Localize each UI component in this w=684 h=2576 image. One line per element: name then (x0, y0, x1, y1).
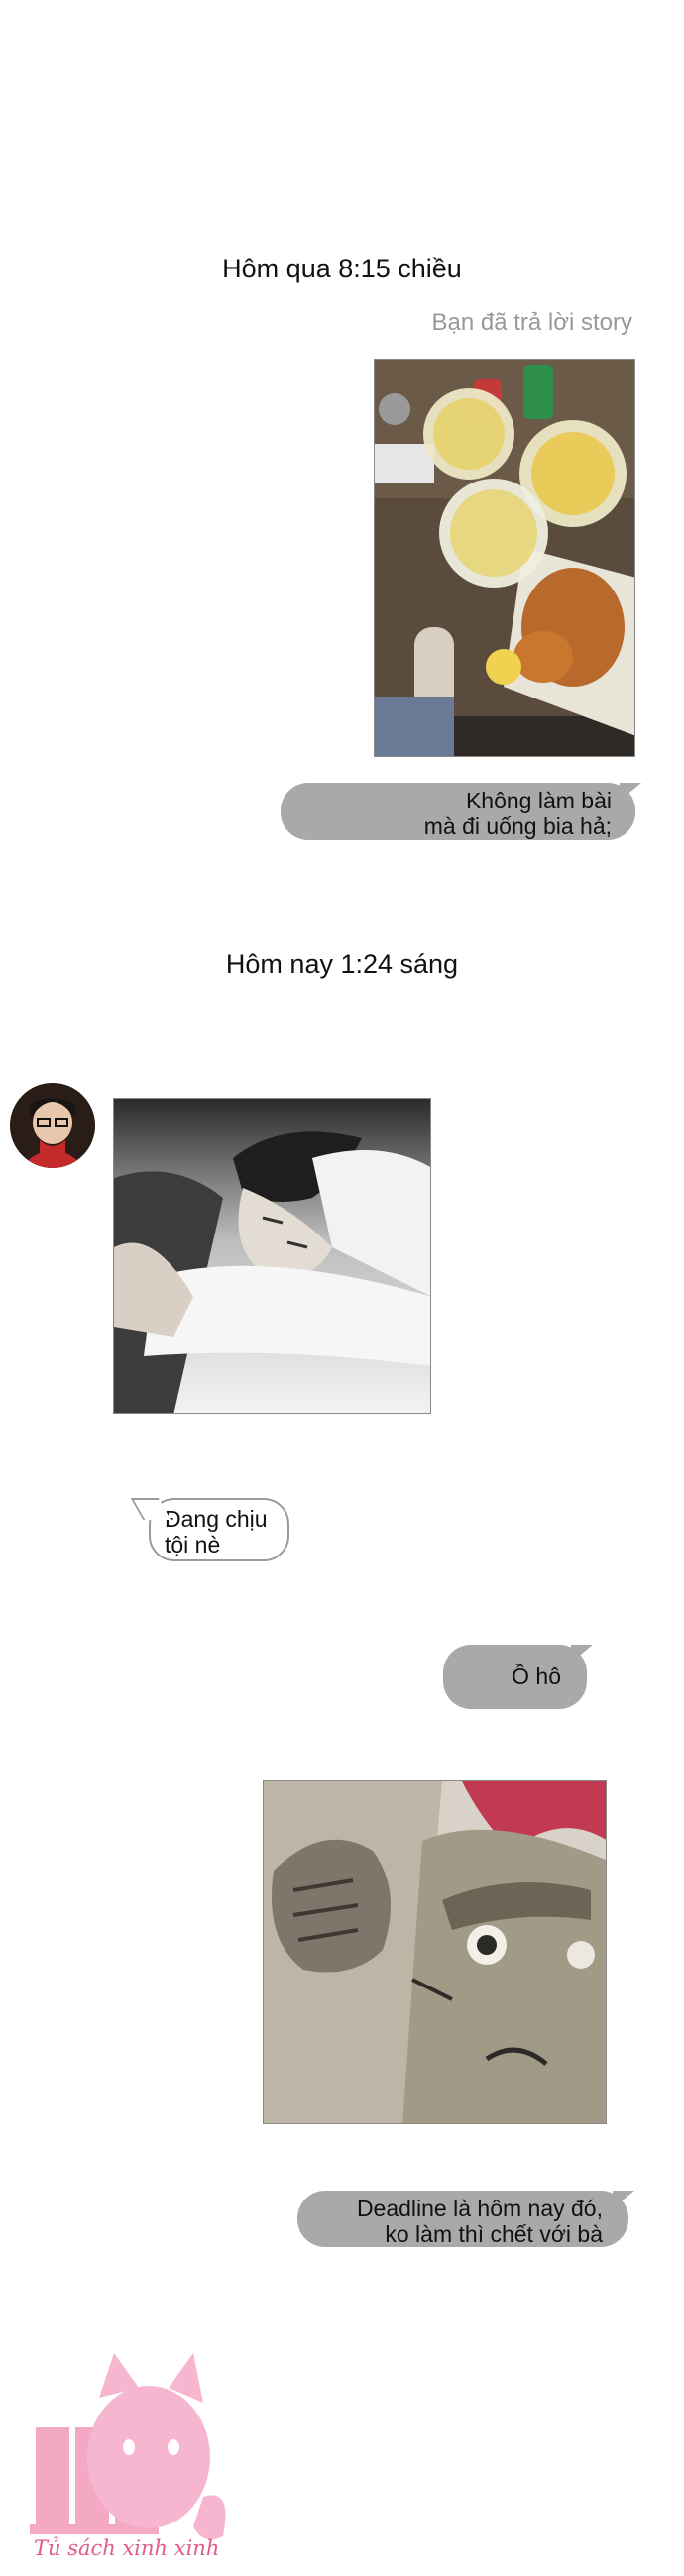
story-image[interactable] (374, 359, 635, 757)
outgoing-message-bubble[interactable]: Deadline là hôm nay đó, ko làm thì chết … (297, 2191, 628, 2247)
watermark-text: Tủ sách xinh xinh (34, 2536, 220, 2560)
incoming-message-bubble[interactable]: Đang chịu tội nè (149, 1498, 289, 1561)
message-text-line: ko làm thì chết với bà (385, 2221, 603, 2247)
message-text-line: Không làm bài (465, 788, 612, 813)
timestamp-today: Hôm nay 1:24 sáng (225, 949, 459, 979)
beer-toast-illustration (375, 360, 634, 756)
message-text-line: Đang chịu (165, 1506, 268, 1532)
message-text-line: Deadline là hôm nay đó, (356, 2196, 603, 2221)
message-text-line: tội nè (165, 1532, 221, 1557)
avatar-portrait (10, 1083, 95, 1168)
message-text-line: mà đi uống bia hả; (423, 813, 612, 839)
story-reply-note: Bạn đã trả lời story (431, 309, 633, 336)
shocked-girl-illustration (264, 1781, 606, 2123)
outgoing-message-bubble[interactable]: Không làm bài mà đi uống bia hả; (281, 783, 635, 840)
outgoing-image[interactable] (263, 1780, 607, 2124)
incoming-image[interactable] (113, 1098, 431, 1414)
contact-avatar[interactable] (10, 1083, 95, 1168)
sleeping-boy-illustration (114, 1099, 430, 1413)
message-text-line: Ồ hô (512, 1664, 561, 1689)
timestamp-yesterday: Hôm qua 8:15 chiều (222, 254, 462, 283)
outgoing-message-bubble[interactable]: Ồ hô (443, 1645, 587, 1709)
